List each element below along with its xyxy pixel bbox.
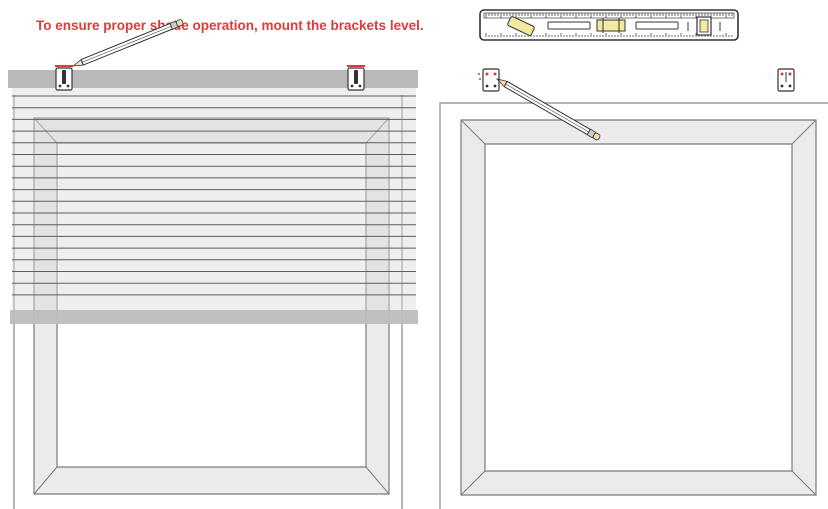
- mounting-bracket-icon: [347, 65, 365, 91]
- mounting-bracket-icon: [777, 68, 795, 92]
- mounting-bracket-icon: [478, 68, 500, 92]
- mounting-bracket-icon: [55, 65, 73, 91]
- pleated-shade-icon: [8, 70, 418, 324]
- window-frame-icon: [460, 119, 817, 496]
- level-icon: [479, 9, 739, 41]
- pencil-icon: [71, 19, 184, 67]
